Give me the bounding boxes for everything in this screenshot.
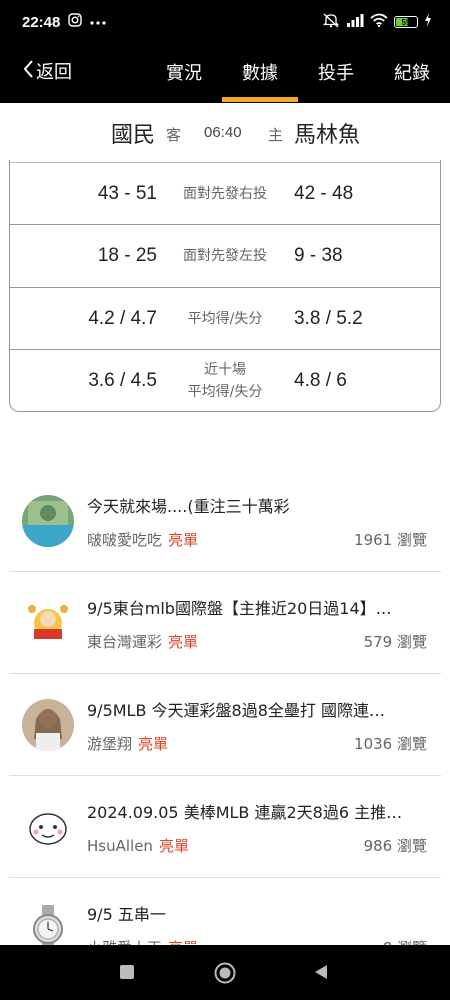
post-author: 啵啵愛吃吃: [87, 531, 163, 549]
home-label: 主: [268, 126, 284, 144]
game-time: 06:40: [204, 124, 242, 141]
post-title: 9/5東台mlb國際盤【主推近20日過14】…: [87, 599, 392, 618]
stat-row: 3.6 / 4.5 近十場 平均得/失分 4.8 / 6: [10, 349, 440, 411]
post-item[interactable]: 今天就來場....(重注三十萬彩 啵啵愛吃吃 亮單 1961 瀏覽: [9, 470, 441, 572]
post-author: HsuAllen: [87, 837, 153, 855]
post-views: 1961 瀏覽: [354, 531, 427, 549]
post-badge: 亮單: [138, 735, 169, 753]
nav-bar: 返回 實況 數據 投手 紀錄: [0, 44, 450, 103]
back-button[interactable]: 返回: [22, 58, 72, 84]
stat-label-line: 平均得/失分: [187, 311, 263, 327]
tab-data[interactable]: 數據: [242, 59, 278, 85]
back-label: 返回: [36, 62, 72, 83]
post-item[interactable]: 9/5MLB 今天運彩盤8過8全壘打 國際連… 游堡翔 亮單 1036 瀏覽: [9, 674, 441, 776]
status-bar: 22:48 59: [0, 0, 450, 44]
instagram-icon: [68, 13, 83, 31]
stat-home-value: 3.8 / 5.2: [294, 308, 363, 329]
status-time: 22:48: [22, 13, 61, 31]
stat-away-value: 43 - 51: [97, 183, 157, 204]
signal-icon: [346, 13, 364, 31]
post-title: 2024.09.05 美棒MLB 連贏2天8過6 主推…: [87, 803, 403, 822]
stat-label: 面對先發左投: [166, 225, 284, 287]
recent-apps-icon[interactable]: [118, 963, 136, 985]
tab-live[interactable]: 實況: [166, 59, 202, 85]
post-title: 今天就來場....(重注三十萬彩: [87, 497, 290, 516]
avatar: [22, 801, 74, 853]
post-badge: 亮單: [158, 837, 189, 855]
post-title: 9/5 五串一: [87, 905, 166, 924]
back-triangle-icon[interactable]: [312, 963, 330, 985]
post-item[interactable]: 2024.09.05 美棒MLB 連贏2天8過6 主推… HsuAllen 亮單 …: [9, 776, 441, 878]
stat-away-value: 4.2 / 4.7: [88, 308, 157, 329]
wifi-icon: [370, 13, 388, 31]
stat-label-line: 平均得/失分: [187, 384, 263, 400]
post-author: 東台灣運彩: [87, 633, 163, 651]
stat-away-value: 3.6 / 4.5: [88, 370, 157, 391]
stat-home-value: 4.8 / 6: [294, 370, 347, 391]
battery-icon: 59: [394, 16, 418, 28]
post-views: 1036 瀏覽: [354, 735, 427, 753]
avatar: [22, 699, 74, 751]
stat-row: 4.2 / 4.7 平均得/失分 3.8 / 5.2: [10, 287, 440, 349]
game-header: 國民 客 06:40 主 馬林魚: [0, 103, 450, 160]
stat-label-line: 面對先發右投: [183, 186, 267, 202]
post-item[interactable]: 9/5東台mlb國際盤【主推近20日過14】… 東台灣運彩 亮單 579 瀏覽: [9, 572, 441, 674]
post-meta: 游堡翔 亮單: [87, 733, 168, 754]
stat-row: 43 - 51 面對先發右投 42 - 48: [10, 162, 440, 224]
battery-level: 59: [401, 17, 411, 27]
post-meta: 東台灣運彩 亮單: [87, 631, 198, 652]
post-title: 9/5MLB 今天運彩盤8過8全壘打 國際連…: [87, 701, 385, 720]
stat-label: 近十場 平均得/失分: [166, 350, 284, 412]
charging-icon: [424, 13, 432, 31]
tab-pitchers[interactable]: 投手: [318, 59, 354, 85]
more-dots-icon: [90, 14, 106, 30]
system-nav-bar: [0, 945, 450, 1000]
stat-label-line: 近十場: [204, 362, 246, 378]
home-icon[interactable]: [213, 961, 237, 989]
stat-home-value: 9 - 38: [294, 245, 343, 266]
stat-away-value: 18 - 25: [97, 245, 157, 266]
stats-table: 43 - 51 面對先發右投 42 - 48 18 - 25 面對先發左投 9 …: [9, 160, 441, 412]
post-badge: 亮單: [168, 531, 199, 549]
post-badge: 亮單: [168, 633, 199, 651]
avatar: [22, 597, 74, 649]
post-meta: HsuAllen 亮單: [87, 835, 189, 856]
stat-row: 18 - 25 面對先發左投 9 - 38: [10, 224, 440, 286]
avatar: [22, 495, 74, 547]
chevron-left-icon: [22, 59, 34, 84]
stat-home-value: 42 - 48: [294, 183, 354, 204]
post-meta: 啵啵愛吃吃 亮單: [87, 529, 198, 550]
stat-label: 面對先發右投: [166, 163, 284, 225]
stat-label-line: 面對先發左投: [183, 248, 267, 264]
post-views: 986 瀏覽: [363, 837, 427, 855]
home-team-name: 馬林魚: [294, 123, 361, 148]
mute-icon: [322, 12, 340, 32]
active-tab-indicator: [222, 97, 298, 102]
away-label: 客: [166, 126, 182, 144]
stat-label: 平均得/失分: [166, 288, 284, 350]
post-author: 游堡翔: [87, 735, 133, 753]
post-views: 579 瀏覽: [363, 633, 427, 651]
tab-records[interactable]: 紀錄: [394, 59, 430, 85]
away-team-name: 國民: [111, 123, 156, 148]
